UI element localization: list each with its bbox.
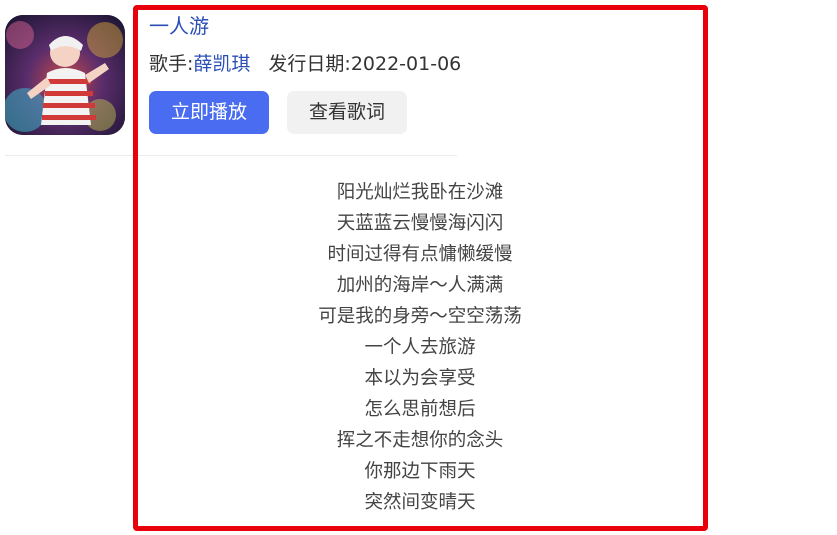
highlight-annotation-box — [133, 5, 708, 531]
album-cover-art — [5, 15, 125, 135]
album-cover[interactable] — [5, 15, 125, 135]
